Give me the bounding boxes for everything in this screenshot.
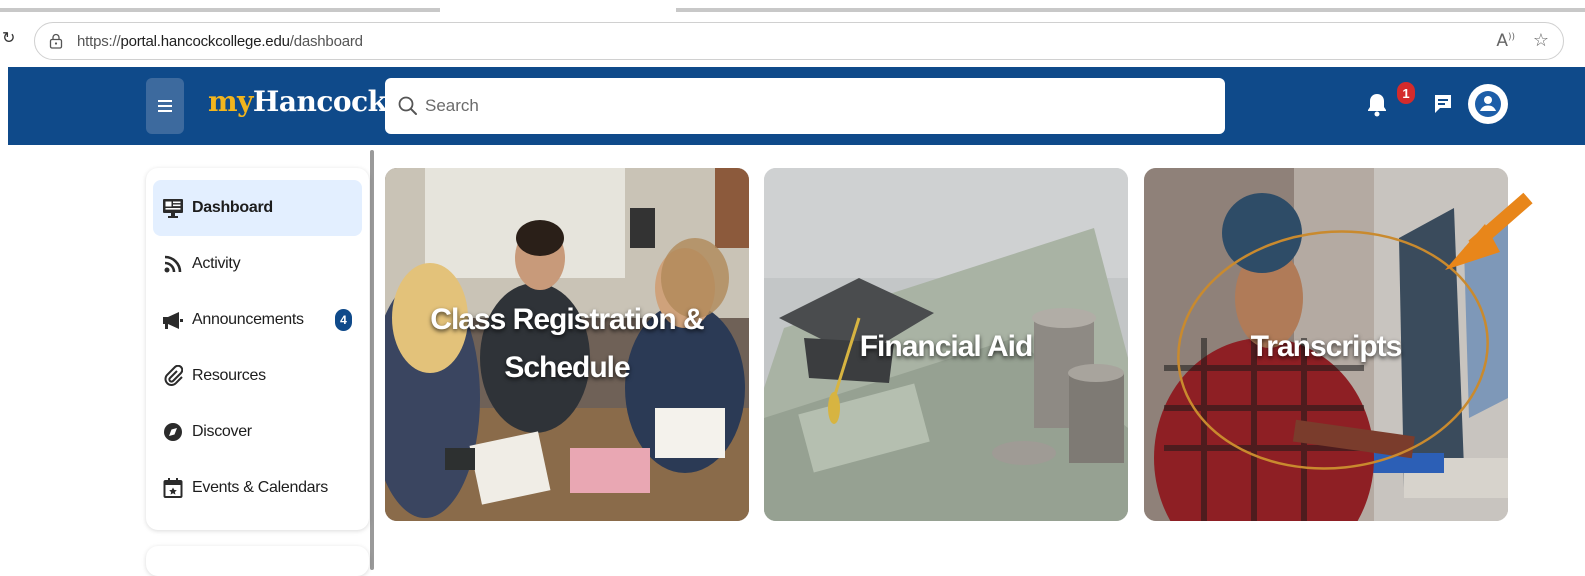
sidebar-item-label: Announcements bbox=[192, 311, 304, 328]
address-bar[interactable]: https://portal.hancockcollege.edu/dashbo… bbox=[34, 22, 1564, 60]
megaphone-icon bbox=[161, 308, 185, 332]
url-scheme: https:// bbox=[77, 32, 121, 50]
user-icon bbox=[1475, 91, 1501, 117]
search-icon bbox=[398, 96, 417, 115]
sidebar-item-dashboard[interactable]: Dashboard bbox=[153, 180, 362, 236]
paperclip-icon bbox=[161, 364, 185, 388]
url-path: /dashboard bbox=[289, 32, 363, 50]
tile-label-line: Class Registration & bbox=[430, 303, 704, 336]
read-aloud-icon[interactable]: A)) bbox=[1496, 31, 1515, 51]
favorites-icon[interactable]: ☆ bbox=[1533, 30, 1549, 51]
sidebar-item-events-calendars[interactable]: Events & Calendars bbox=[153, 460, 362, 516]
search-input[interactable] bbox=[425, 96, 1185, 116]
notification-badge: 1 bbox=[1397, 82, 1415, 104]
logo[interactable]: myHancock bbox=[208, 85, 387, 118]
tile-label-line: Schedule bbox=[504, 351, 630, 384]
tile-label: Class Registration & Schedule bbox=[385, 296, 749, 392]
sidebar-item-label: Resources bbox=[192, 367, 266, 384]
sidebar-item-label: Discover bbox=[192, 423, 252, 440]
sidebar-resize-handle[interactable] bbox=[370, 150, 374, 570]
refresh-icon[interactable]: ↻ bbox=[2, 28, 15, 47]
url-host: portal.hancockcollege.edu bbox=[120, 32, 290, 50]
hamburger-icon bbox=[158, 105, 172, 107]
sidebar-item-discover[interactable]: Discover bbox=[153, 404, 362, 460]
tile-label: Financial Aid bbox=[859, 330, 1034, 363]
tile-financial-aid[interactable]: Financial Aid bbox=[764, 168, 1128, 521]
sidebar-secondary-card bbox=[146, 546, 369, 576]
logo-name: Hancock bbox=[252, 85, 387, 118]
calendar-star-icon bbox=[161, 476, 185, 500]
sidebar-item-label: Events & Calendars bbox=[192, 479, 329, 496]
avatar[interactable] bbox=[1468, 84, 1508, 124]
sidebar-item-announcements[interactable]: Announcements 4 bbox=[153, 292, 362, 348]
menu-button[interactable] bbox=[146, 78, 184, 134]
annotation-arrow-icon bbox=[1445, 192, 1533, 270]
browser-tab-strip bbox=[0, 0, 1585, 22]
tab-strip-edge bbox=[676, 8, 1585, 12]
bell-icon[interactable] bbox=[1365, 91, 1389, 119]
lock-icon[interactable] bbox=[49, 33, 63, 49]
url-text[interactable]: https://portal.hancockcollege.edu/dashbo… bbox=[77, 33, 363, 50]
rss-icon bbox=[161, 252, 185, 276]
chat-icon[interactable] bbox=[1432, 92, 1454, 116]
sidebar-item-label: Activity bbox=[192, 255, 241, 272]
sidebar-item-resources[interactable]: Resources bbox=[153, 348, 362, 404]
sidebar-item-activity[interactable]: Activity bbox=[153, 236, 362, 292]
annotation-overlay bbox=[1177, 192, 1533, 470]
dashboard-icon bbox=[161, 196, 185, 220]
app-header: myHancock 1 bbox=[8, 67, 1585, 145]
sidebar-item-label: Dashboard bbox=[192, 199, 273, 216]
compass-icon bbox=[161, 420, 185, 444]
search-box[interactable] bbox=[385, 78, 1225, 134]
tab-strip-edge bbox=[0, 8, 440, 12]
tile-class-registration[interactable]: Class Registration & Schedule bbox=[385, 168, 749, 521]
announcements-count-badge: 4 bbox=[335, 309, 352, 331]
annotation-ellipse bbox=[1177, 230, 1489, 470]
logo-my: my bbox=[208, 85, 253, 118]
sidebar-nav: Dashboard Activity Announcements 4 Resou… bbox=[146, 168, 369, 530]
